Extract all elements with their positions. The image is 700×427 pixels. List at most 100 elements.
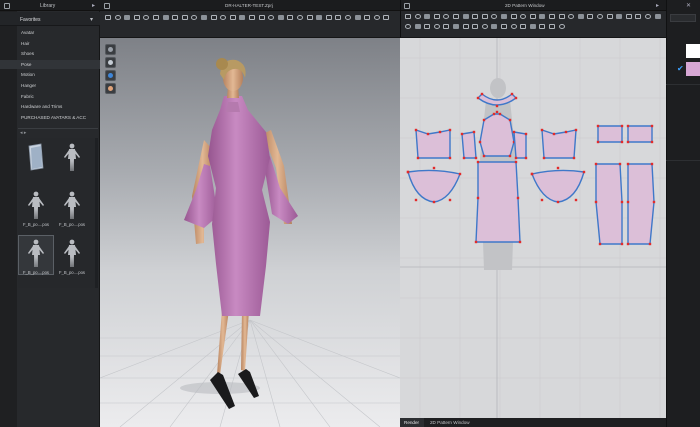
- pattern-point[interactable]: [514, 156, 518, 160]
- pattern-point[interactable]: [495, 110, 499, 114]
- pattern-point[interactable]: [552, 132, 556, 136]
- pattern-point[interactable]: [474, 240, 478, 244]
- pattern-point[interactable]: [598, 242, 602, 246]
- pattern-point[interactable]: [618, 162, 622, 166]
- window-menu-icon[interactable]: [104, 3, 110, 9]
- toolbar-tool-icon[interactable]: [548, 13, 556, 20]
- pattern-point[interactable]: [432, 200, 436, 204]
- library-item-hardware-and-trims[interactable]: Hardware and Trims: [0, 102, 100, 111]
- viewport3d[interactable]: [100, 38, 400, 427]
- toolbar-tool-icon[interactable]: [267, 14, 275, 21]
- toolbar-tool-icon[interactable]: [423, 23, 431, 30]
- pattern-point[interactable]: [514, 160, 518, 164]
- pattern-point[interactable]: [476, 196, 480, 200]
- pattern-point[interactable]: [648, 242, 652, 246]
- toolbar-tool-icon[interactable]: [325, 14, 333, 21]
- toolbar-tool-icon[interactable]: [315, 14, 323, 21]
- pattern-point[interactable]: [462, 156, 466, 160]
- pattern-point[interactable]: [472, 130, 476, 134]
- pattern-point[interactable]: [626, 140, 630, 144]
- pattern-point[interactable]: [478, 140, 482, 144]
- toolbar-tool-icon[interactable]: [363, 14, 371, 21]
- pattern-point[interactable]: [620, 140, 624, 144]
- window-options-icon[interactable]: ▸: [656, 2, 659, 9]
- toolbar-tool-icon[interactable]: [442, 23, 450, 30]
- left-sleeve-piece[interactable]: [407, 169, 461, 203]
- fabric-swatch-white[interactable]: [686, 44, 700, 58]
- pattern-point[interactable]: [620, 124, 624, 128]
- pattern-point[interactable]: [626, 200, 630, 204]
- close-icon[interactable]: ✕: [686, 2, 691, 9]
- pattern-point[interactable]: [458, 172, 462, 176]
- right-back-bodice-piece[interactable]: [541, 129, 577, 159]
- toolbar-tool-icon[interactable]: [519, 23, 527, 30]
- toolbar-tool-icon[interactable]: [238, 14, 246, 21]
- pattern-point[interactable]: [596, 140, 600, 144]
- pattern-point[interactable]: [508, 154, 512, 158]
- toolbar-tool-icon[interactable]: [181, 14, 189, 21]
- toolbar-tool-icon[interactable]: [344, 14, 352, 21]
- toolbar-tool-icon[interactable]: [538, 23, 546, 30]
- pattern-point[interactable]: [514, 96, 518, 100]
- toolbar-tool-icon[interactable]: [152, 14, 160, 21]
- toolbar-tool-icon[interactable]: [625, 13, 633, 20]
- pattern-point[interactable]: [414, 198, 418, 202]
- display-garment-icon[interactable]: [105, 57, 116, 68]
- toolbar-tool-icon[interactable]: [644, 13, 652, 20]
- toolbar-tool-icon[interactable]: [596, 13, 604, 20]
- pattern-point[interactable]: [495, 104, 499, 108]
- pattern-point[interactable]: [626, 124, 630, 128]
- pattern-point[interactable]: [620, 200, 624, 204]
- pattern-point[interactable]: [432, 166, 436, 170]
- toolbar-tool-icon[interactable]: [538, 13, 546, 20]
- toolbar-tool-icon[interactable]: [334, 14, 342, 21]
- toolbar-tool-icon[interactable]: [354, 14, 362, 21]
- pattern-point[interactable]: [480, 92, 484, 96]
- pattern-point[interactable]: [524, 132, 528, 136]
- toolbar-tool-icon[interactable]: [258, 14, 266, 21]
- pattern-point[interactable]: [574, 198, 578, 202]
- toolbar-tool-icon[interactable]: [404, 23, 412, 30]
- pattern-point[interactable]: [416, 156, 420, 160]
- pattern-point[interactable]: [626, 242, 630, 246]
- pattern-point[interactable]: [414, 128, 418, 132]
- yoke-piece-right[interactable]: [627, 125, 653, 143]
- library-item-avatar[interactable]: Avatar: [0, 28, 100, 37]
- nav-icons[interactable]: ◂ ▸: [20, 130, 26, 136]
- pattern-point[interactable]: [518, 240, 522, 244]
- toolbar-tool-icon[interactable]: [481, 23, 489, 30]
- pattern-point[interactable]: [482, 154, 486, 158]
- pattern-point[interactable]: [594, 162, 598, 166]
- toolbar-tool-icon[interactable]: [104, 14, 112, 21]
- sync-icon[interactable]: [4, 3, 10, 9]
- toolbar-tool-icon[interactable]: [248, 14, 256, 21]
- library-thumbnail[interactable]: F_B_po....pos: [18, 235, 54, 275]
- pattern-point[interactable]: [476, 160, 480, 164]
- library-item-hair[interactable]: Hair: [0, 39, 100, 48]
- pattern-point[interactable]: [564, 130, 568, 134]
- pattern-point[interactable]: [448, 198, 452, 202]
- pattern-point[interactable]: [556, 200, 560, 204]
- toolbar-tool-icon[interactable]: [654, 13, 662, 20]
- pattern-point[interactable]: [406, 170, 410, 174]
- toolbar-tool-icon[interactable]: [452, 13, 460, 20]
- pattern-point[interactable]: [556, 166, 560, 170]
- pattern-point[interactable]: [448, 156, 452, 160]
- pattern-point[interactable]: [426, 132, 430, 136]
- pattern-point[interactable]: [492, 112, 496, 116]
- toolbar-tool-icon[interactable]: [162, 14, 170, 21]
- toolbar-tool-icon[interactable]: [548, 23, 556, 30]
- toolbar-tool-icon[interactable]: [510, 13, 518, 20]
- pattern-point[interactable]: [582, 170, 586, 174]
- toolbar-tool-icon[interactable]: [462, 13, 470, 20]
- tab-2d-pattern-window[interactable]: 2D Pattern Window: [426, 418, 474, 427]
- toolbar-tool-icon[interactable]: [296, 14, 304, 21]
- pattern-point[interactable]: [596, 124, 600, 128]
- display-avatar-icon[interactable]: [105, 44, 116, 55]
- toolbar-tool-icon[interactable]: [114, 14, 122, 21]
- library-thumbnail[interactable]: [55, 140, 89, 178]
- pattern-point[interactable]: [652, 200, 656, 204]
- toolbar-tool-icon[interactable]: [306, 14, 314, 21]
- library-item-fabric[interactable]: Fabric: [0, 92, 100, 101]
- toolbar-tool-icon[interactable]: [373, 14, 381, 21]
